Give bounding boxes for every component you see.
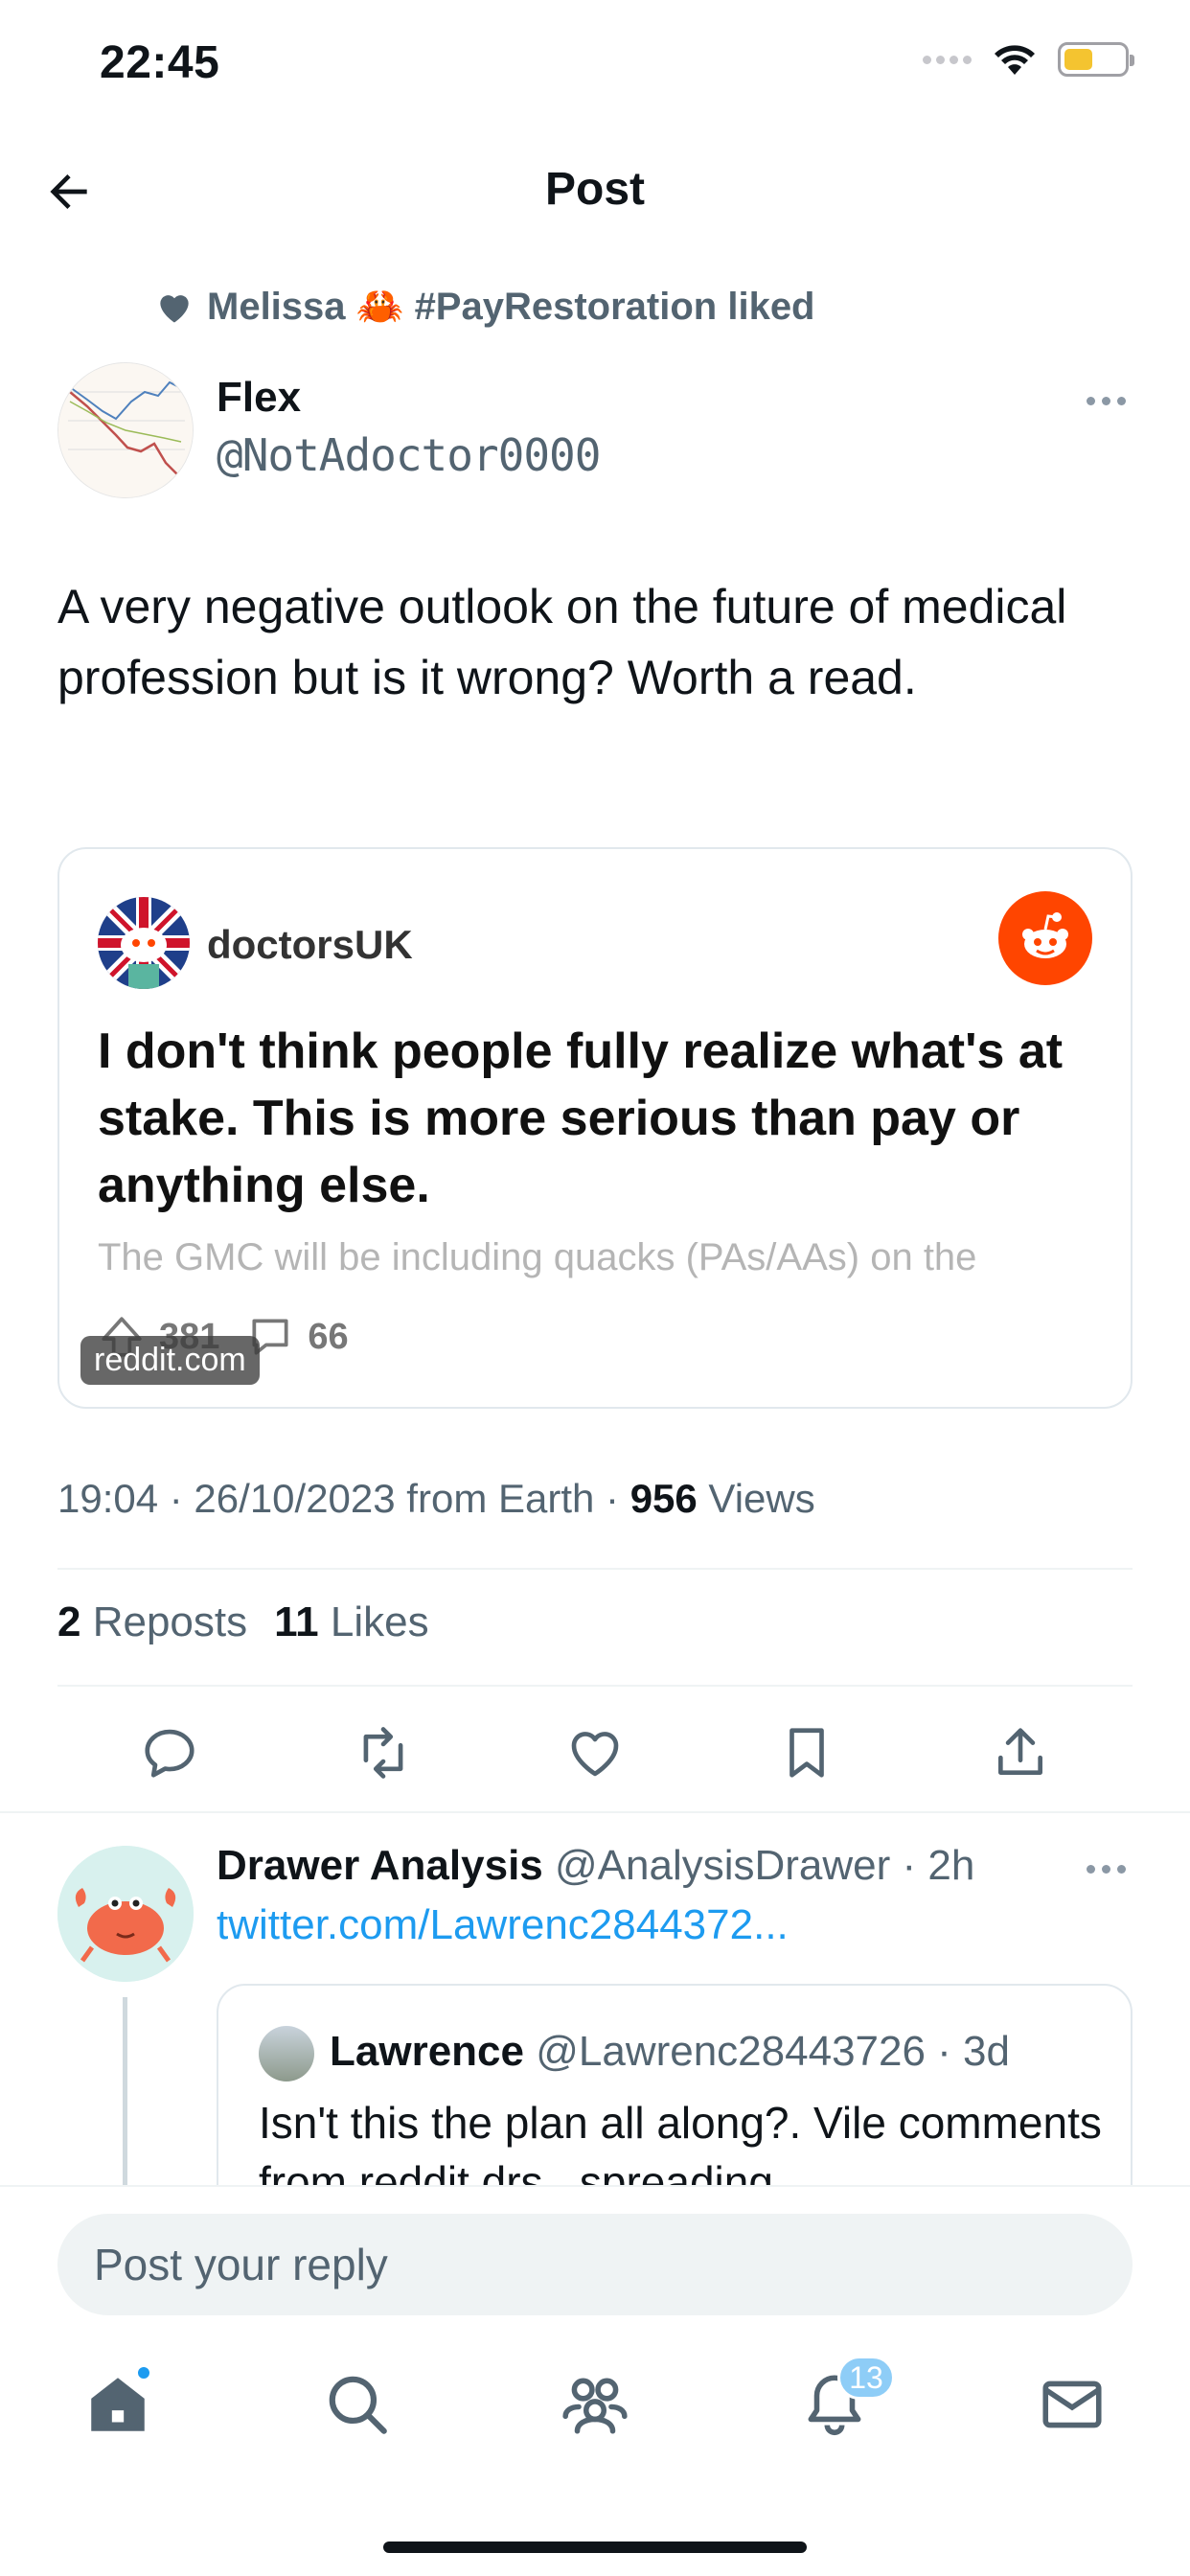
- link-card[interactable]: doctorsUK I don't think people fully rea…: [57, 847, 1133, 1409]
- avatar[interactable]: [57, 362, 194, 498]
- wifi-icon: [995, 45, 1035, 75]
- reply-time: · 2h: [890, 1842, 975, 1889]
- engagement-stats: 2 Reposts 11 Likes: [57, 1598, 429, 1646]
- views-label: Views: [697, 1476, 815, 1521]
- social-context[interactable]: Melissa 🦀 #PayRestoration liked: [153, 284, 815, 329]
- heart-icon: [160, 294, 189, 322]
- reply-header: Drawer Analysis @AnalysisDrawer · 2h: [217, 1842, 974, 1890]
- status-bar: 22:45: [0, 0, 1190, 134]
- bookmark-icon: [790, 1728, 824, 1778]
- quote-author-handle: @Lawrenc28443726: [523, 2028, 926, 2075]
- likes-stat[interactable]: 11 Likes: [274, 1598, 428, 1646]
- quote-avatar: [259, 2026, 314, 2082]
- messages-icon: [1042, 2380, 1102, 2428]
- post-meta: 19:04 · 26/10/2023 from Earth · 956 View…: [57, 1476, 815, 1522]
- reposts-stat[interactable]: 2 Reposts: [57, 1598, 247, 1646]
- bottom-bar: 13: [0, 2185, 1190, 2576]
- reply-icon: [145, 1729, 195, 1778]
- bookmark-button[interactable]: [769, 1715, 844, 1790]
- tab-notifications[interactable]: 13: [791, 2356, 895, 2448]
- repost-button[interactable]: [346, 1715, 421, 1790]
- divider: [57, 1685, 1133, 1687]
- author-handle[interactable]: @NotAdoctor0000: [217, 429, 601, 481]
- battery-icon: [1058, 42, 1134, 77]
- notifications-badge: 13: [837, 2356, 895, 2400]
- status-icons: [923, 42, 1134, 77]
- share-button[interactable]: [983, 1715, 1058, 1790]
- likes-count: 11: [274, 1598, 319, 1645]
- post-timestamp: 19:04 · 26/10/2023 from Earth ·: [57, 1476, 630, 1521]
- comment-count: 66: [308, 1316, 349, 1357]
- page-title: Post: [544, 164, 645, 215]
- post-more-button[interactable]: [1077, 381, 1134, 420]
- quote-author-name: Lawrence: [330, 2028, 524, 2075]
- tab-communities[interactable]: [552, 2361, 638, 2448]
- like-button[interactable]: [558, 1715, 632, 1790]
- reposts-count: 2: [57, 1598, 81, 1645]
- reply-author-handle[interactable]: @AnalysisDrawer: [543, 1842, 890, 1889]
- home-dot-badge: [136, 2365, 151, 2380]
- card-title: I don't think people fully realize what'…: [98, 1024, 1064, 1213]
- post-text: A very negative outlook on the future of…: [57, 580, 1067, 704]
- like-icon: [571, 1732, 619, 1777]
- reply-avatar[interactable]: [57, 1846, 194, 1982]
- thread-line: [123, 1997, 127, 2189]
- author-name[interactable]: Flex: [217, 374, 301, 422]
- communities-icon: [562, 2378, 628, 2434]
- more-icon: [1086, 1864, 1095, 1874]
- reply-button[interactable]: [132, 1715, 207, 1790]
- tab-search[interactable]: [314, 2361, 400, 2448]
- divider: [0, 1811, 1190, 1813]
- quote-header: Lawrence @Lawrenc28443726 · 3d: [330, 2028, 1010, 2076]
- crab-icon: [57, 1846, 194, 1982]
- tab-home[interactable]: [75, 2361, 161, 2448]
- liked-by-text: Melissa 🦀 #PayRestoration liked: [207, 286, 815, 328]
- reply-link[interactable]: twitter.com/Lawrenc2844372...: [217, 1901, 789, 1949]
- card-domain: reddit.com: [80, 1336, 260, 1385]
- cellular-signal-icon: [923, 55, 972, 64]
- repost-icon: [363, 1727, 403, 1779]
- subreddit-name: doctorsUK: [207, 922, 413, 967]
- subreddit-avatar: [98, 897, 190, 989]
- reply-more-button[interactable]: [1077, 1850, 1134, 1888]
- status-time: 22:45: [100, 37, 220, 88]
- divider: [57, 1568, 1133, 1570]
- likes-label: Likes: [318, 1598, 429, 1645]
- tab-messages[interactable]: [1029, 2361, 1115, 2448]
- share-icon: [998, 1728, 1042, 1775]
- header: Post: [0, 134, 1190, 249]
- chart-thumbnail-icon: [58, 363, 193, 497]
- reposts-label: Reposts: [80, 1598, 248, 1645]
- reddit-logo-icon: [998, 891, 1092, 985]
- views-count: 956: [629, 1476, 698, 1521]
- reply-author-name[interactable]: Drawer Analysis: [217, 1842, 543, 1889]
- action-bar: [0, 1715, 1190, 1790]
- search-icon: [329, 2376, 387, 2434]
- card-snippet: The GMC will be including quacks (PAs/AA…: [98, 1236, 977, 1278]
- quote-time: · 3d: [925, 2028, 1010, 2075]
- home-indicator: [383, 2542, 807, 2553]
- more-icon: [1086, 396, 1095, 405]
- reply-input[interactable]: [57, 2214, 1133, 2315]
